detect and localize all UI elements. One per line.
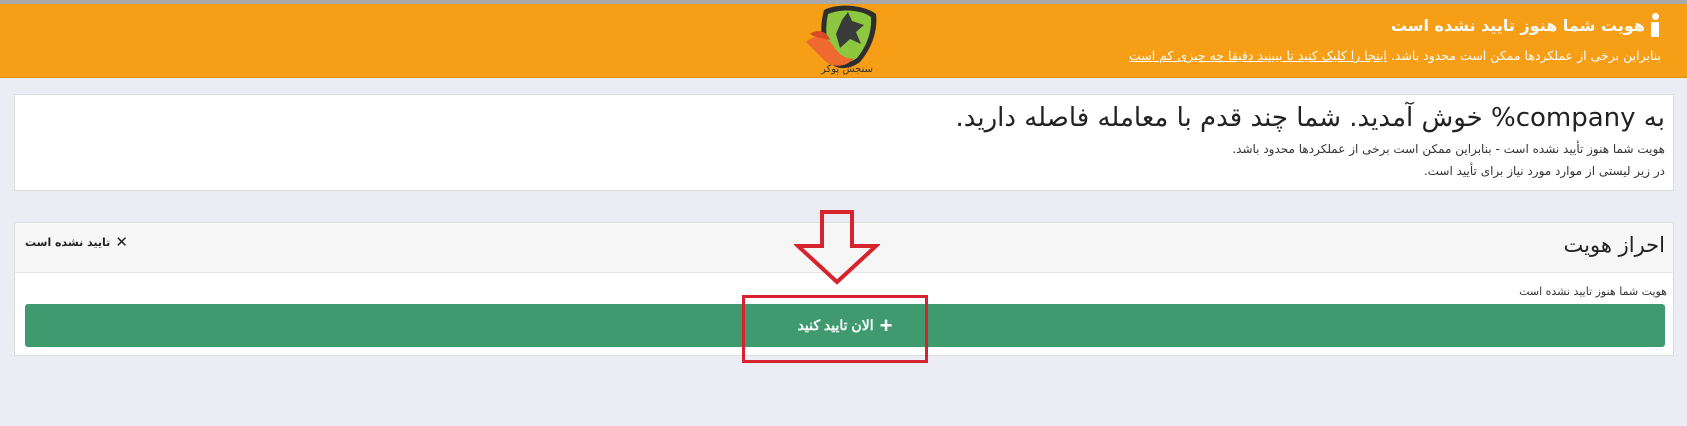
welcome-card: به company% خوش آمدید. شما چند قدم با مع…	[14, 94, 1674, 191]
status-badge: ✕ تایید نشده است	[25, 235, 128, 250]
banner-title-group: هویت شما هنوز تایید نشده است	[1391, 12, 1661, 38]
annotation-arrow	[794, 210, 880, 285]
status-text: تایید نشده است	[25, 236, 111, 249]
welcome-text-2: در زیر لیستی از موارد مورد نیاز برای تأی…	[1423, 164, 1665, 178]
missing-items-link[interactable]: اینجا را کلیک کنید تا ببینید دقیقا چه چی…	[1129, 48, 1387, 63]
logo-text: سنجش پوکر	[820, 64, 873, 75]
banner-message-line: بنابراین برخی از عملکردها ممکن است محدود…	[1123, 48, 1661, 63]
banner-title: هویت شما هنوز تایید نشده است	[1390, 15, 1645, 35]
info-icon	[1649, 12, 1661, 38]
banner-message: بنابراین برخی از عملکردها ممکن است محدود…	[1390, 48, 1661, 63]
annotation-highlight-box	[742, 295, 928, 363]
identity-note: هویت شما هنوز تایید نشده است	[1519, 285, 1667, 298]
welcome-title: به company% خوش آمدید. شما چند قدم با مع…	[955, 103, 1665, 133]
identity-title: احراز هویت	[1563, 233, 1665, 257]
close-icon: ✕	[115, 233, 128, 251]
welcome-text-1: هویت شما هنوز تأیید نشده است - بنابراین …	[1232, 142, 1665, 156]
